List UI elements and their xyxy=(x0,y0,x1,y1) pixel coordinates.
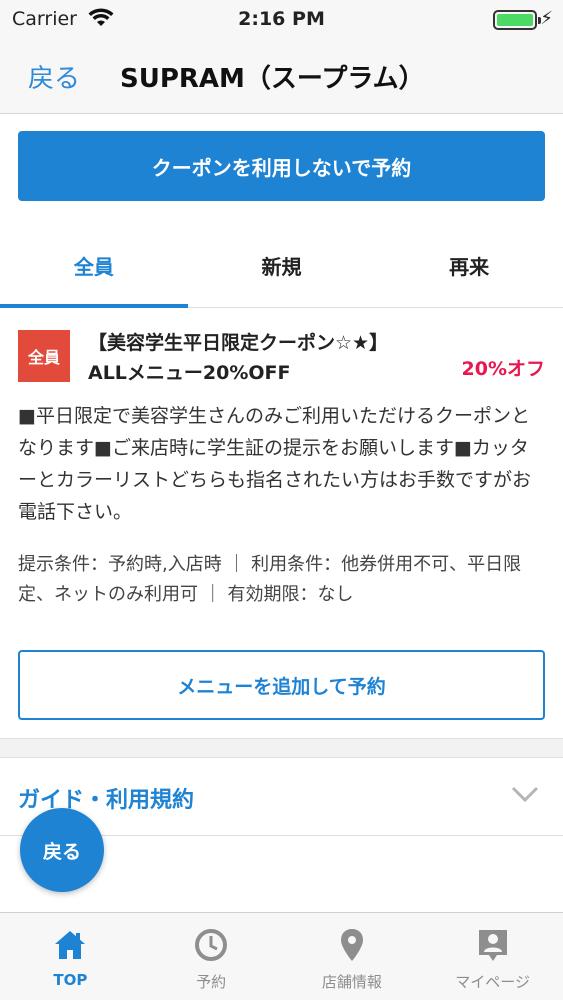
tabbar-item-top[interactable]: TOP xyxy=(0,913,141,1000)
tab-new[interactable]: 新規 xyxy=(188,224,376,307)
page-title: SUPRAM（スープラム） xyxy=(120,64,425,94)
battery-icon xyxy=(493,10,541,30)
discount-label: 20%オフ xyxy=(461,358,545,380)
coupon-title-line1: 【美容学生平日限定クーポン☆★】 xyxy=(88,332,389,354)
tab-returning[interactable]: 再来 xyxy=(375,224,563,307)
tabbar-item-reserve[interactable]: 予約 xyxy=(141,913,282,1000)
coupon-conditions: 提示条件：予約時,入店時 ｜ 利用条件：他券併用不可、平日限定、ネットのみ利用可… xyxy=(18,554,522,605)
add-menu-reserve-button[interactable]: メニューを追加して予約 xyxy=(18,650,545,720)
clock-time: 2:16 PM xyxy=(238,8,325,30)
navigation-bar: 戻る SUPRAM（スープラム） xyxy=(0,40,563,114)
home-icon xyxy=(55,931,86,959)
reserve-without-coupon-button[interactable]: クーポンを利用しないで予約 xyxy=(18,131,545,201)
tabbar-item-store-info[interactable]: 店舗情報 xyxy=(282,913,423,1000)
target-badge: 全員 xyxy=(18,330,70,382)
charging-bolt-icon: ⚡ xyxy=(540,8,553,29)
coupon-title: 【美容学生平日限定クーポン☆★】 ALLメニュー20%OFF xyxy=(88,328,448,388)
floating-back-button[interactable]: 戻る xyxy=(20,808,104,892)
status-bar: Carrier 2:16 PM ⚡ xyxy=(0,0,563,40)
chevron-down-icon xyxy=(511,786,539,803)
tabbar-label: 予約 xyxy=(196,973,227,991)
tabbar-label: マイページ xyxy=(455,973,530,991)
coupon-filter-tabs: 全員 新規 再来 xyxy=(0,224,563,308)
coupon-card: 全員 【美容学生平日限定クーポン☆★】 ALLメニュー20%OFF 20%オフ … xyxy=(0,308,563,738)
tabbar-label: TOP xyxy=(53,971,88,989)
tabbar-item-mypage[interactable]: マイページ xyxy=(422,913,563,1000)
clock-icon xyxy=(195,929,228,961)
profile-icon xyxy=(478,930,507,961)
guide-title: ガイド・利用規約 xyxy=(18,788,195,813)
nav-back-button[interactable]: 戻る xyxy=(28,58,80,95)
bottom-tab-bar: TOP 予約 店舗情報 マイページ xyxy=(0,912,563,1000)
coupon-title-line2: ALLメニュー20%OFF xyxy=(88,362,291,384)
tab-all[interactable]: 全員 xyxy=(0,224,188,308)
tabbar-label: 店舗情報 xyxy=(321,973,382,991)
location-pin-icon xyxy=(340,929,363,961)
section-divider xyxy=(0,738,563,758)
coupon-description: ■平日限定で美容学生さんのみご利用いただけるクーポンとなります■ご来店時に学生証… xyxy=(18,405,532,523)
